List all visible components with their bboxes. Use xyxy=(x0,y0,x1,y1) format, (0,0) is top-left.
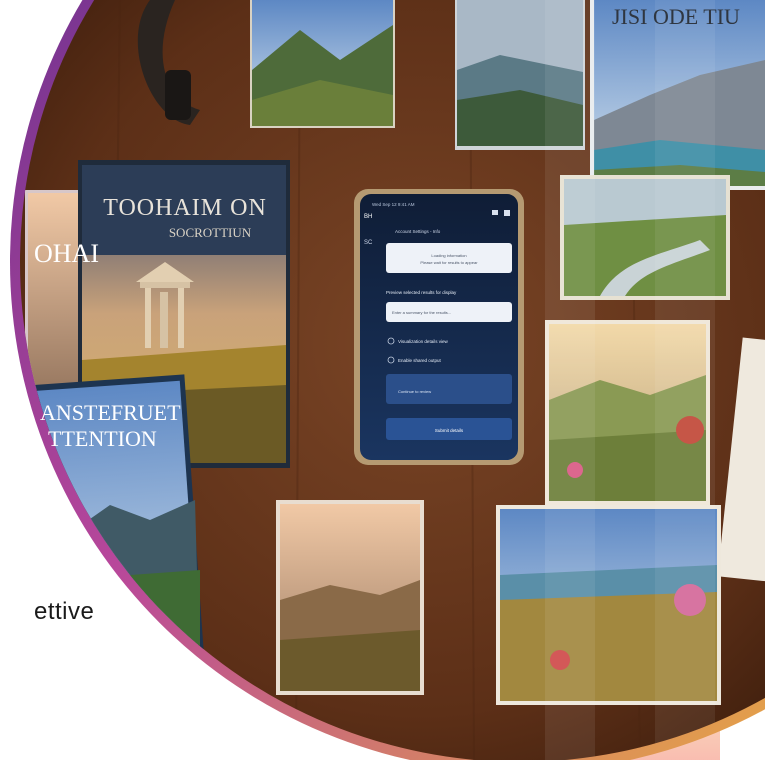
tablet-toggle2: Enable shared output xyxy=(398,358,442,363)
tablet-input-text: Enter a summary for the results... xyxy=(392,310,451,315)
trash-icon[interactable] xyxy=(504,210,510,216)
caption-text: ettive xyxy=(34,598,95,625)
light-streak xyxy=(655,0,715,760)
tablet-toggle1: Visualization details view xyxy=(398,339,448,344)
tablet-side-label: SC xyxy=(364,240,373,246)
light-streak xyxy=(545,0,595,760)
tablet-account-line: Account Settings - Info xyxy=(395,229,441,234)
headphones-cup xyxy=(165,70,191,120)
tablet-status: Wed Sep 12 9:41 AM xyxy=(372,202,415,207)
tablet-info-card xyxy=(386,243,512,273)
book-title-main-2: SOCROTTIUN xyxy=(169,225,252,240)
tablet-submit-label: Submit details xyxy=(435,428,464,433)
book-title-main-1: TOOHAIM ON xyxy=(103,195,267,221)
share-icon[interactable] xyxy=(492,210,498,215)
book-title-top-right: JISI ODE TIU xyxy=(612,4,740,29)
landscape-card-top xyxy=(250,0,395,128)
tablet-header-left: BH xyxy=(364,214,372,220)
landscape-card-bottom xyxy=(276,500,424,695)
tablet-card-line1: Loading information xyxy=(431,253,466,258)
book-title-bottom-1: ANSTEFRUET xyxy=(40,400,181,425)
tablet-section-label: Preview selected results for display xyxy=(386,290,457,295)
tablet-primary-text: Continue to review xyxy=(398,389,431,394)
book-title-bottom-2: TTENTION xyxy=(48,426,157,451)
hero-image: TOOHAIM ON SOCROTTIUN OHAI ANSTEFRUET TT… xyxy=(10,0,765,760)
tablet-card-line2: Please wait for results to appear xyxy=(420,260,478,265)
book-title-edge: OHAI xyxy=(34,239,99,268)
